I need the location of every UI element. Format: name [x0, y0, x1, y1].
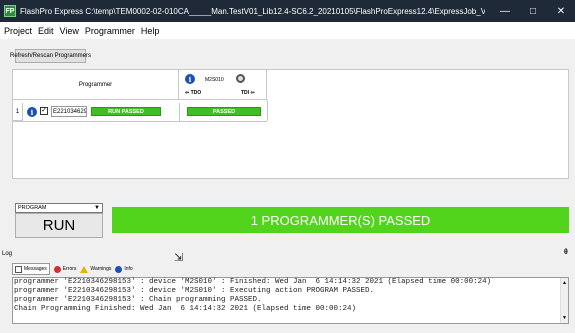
device-status-badge: PASSED [187, 107, 261, 116]
info-icon [115, 265, 123, 273]
row-number: 1 [13, 103, 23, 121]
tdo-label: ⇦ TDO [185, 90, 202, 96]
warning-icon [80, 265, 89, 273]
device-info-icon[interactable]: i [185, 74, 195, 84]
log-line: programmer 'E2210346298153' : Chain prog… [14, 296, 262, 304]
action-select-value: PROGRAM [18, 205, 47, 211]
app-icon: FP [4, 5, 16, 17]
table-row: 1 i ✓ E2210346298153 RUN PASSED PASSED [13, 100, 268, 121]
tab-warnings-label: Warnings [90, 266, 112, 272]
row-divider [179, 103, 180, 121]
tab-warnings[interactable]: Warnings [80, 263, 111, 275]
row-divider [267, 100, 268, 121]
gear-icon[interactable] [236, 74, 245, 83]
toolbar: Refresh/Rescan Programmers [0, 39, 575, 67]
log-scrollbar[interactable]: ▲ ▼ [560, 278, 568, 323]
tab-messages[interactable]: Messages [12, 263, 50, 275]
messages-icon [15, 265, 22, 273]
refresh-programmers-button[interactable]: Refresh/Rescan Programmers [10, 49, 91, 63]
tab-info[interactable]: Info [115, 263, 133, 275]
log-line: programmer 'E2210346298153' : device 'M2… [14, 287, 375, 295]
pin-icon[interactable]: θ [564, 249, 568, 256]
scroll-down-icon[interactable]: ▼ [562, 315, 567, 321]
menu-view[interactable]: View [57, 26, 82, 36]
maximize-button[interactable]: □ [519, 0, 547, 22]
error-icon [53, 265, 61, 273]
log-line: programmer 'E2210346298153' : device 'M2… [14, 278, 492, 286]
window-title: FlashPro Express C:\temp\TEM0002-02-010C… [20, 6, 485, 16]
log-label: Log [2, 251, 13, 257]
log-tabs: Messages Errors Warnings Info [12, 263, 137, 275]
menu-help[interactable]: Help [138, 26, 163, 36]
tab-errors-label: Errors [62, 266, 77, 272]
mouse-cursor-icon: ⇲ [174, 252, 184, 264]
menu-programmer[interactable]: Programmer [82, 26, 138, 36]
tab-info-label: Info [124, 266, 133, 272]
programmer-status-badge: RUN PASSED [91, 107, 161, 116]
tab-messages-label: Messages [24, 266, 47, 272]
close-button[interactable]: ✕ [547, 0, 575, 22]
device-column-header: i M2S010 ⇦ TDO TDI ⇦ [179, 70, 267, 100]
title-bar: FP FlashPro Express C:\temp\TEM0002-02-0… [0, 0, 575, 22]
row-divider [13, 121, 267, 122]
device-name: M2S010 [205, 77, 224, 83]
programmer-enable-checkbox[interactable]: ✓ [40, 107, 48, 115]
menu-edit[interactable]: Edit [35, 26, 57, 36]
chevron-down-icon: ▼ [94, 205, 100, 211]
minimize-button[interactable]: — [491, 0, 519, 22]
menu-bar: Project Edit View Programmer Help [0, 22, 575, 39]
programmer-result-banner: 1 PROGRAMMER(S) PASSED [112, 207, 569, 233]
programmer-serial-field[interactable]: E2210346298153 [51, 106, 87, 117]
scroll-up-icon[interactable]: ▲ [562, 280, 567, 286]
programmer-info-icon[interactable]: i [27, 107, 37, 117]
programmer-column-header: Programmer [13, 70, 179, 100]
menu-project[interactable]: Project [0, 26, 35, 36]
tab-errors[interactable]: Errors [53, 263, 77, 275]
tdi-label: TDI ⇦ [241, 90, 255, 96]
run-button[interactable]: RUN [15, 213, 103, 238]
log-output[interactable]: programmer 'E2210346298153' : device 'M2… [12, 277, 569, 324]
action-select[interactable]: PROGRAM ▼ [15, 203, 103, 213]
log-line: Chain Programming Finished: Wed Jan 6 14… [14, 305, 357, 313]
programmer-grid: Programmer i M2S010 ⇦ TDO TDI ⇦ 1 i ✓ E2… [12, 69, 569, 179]
